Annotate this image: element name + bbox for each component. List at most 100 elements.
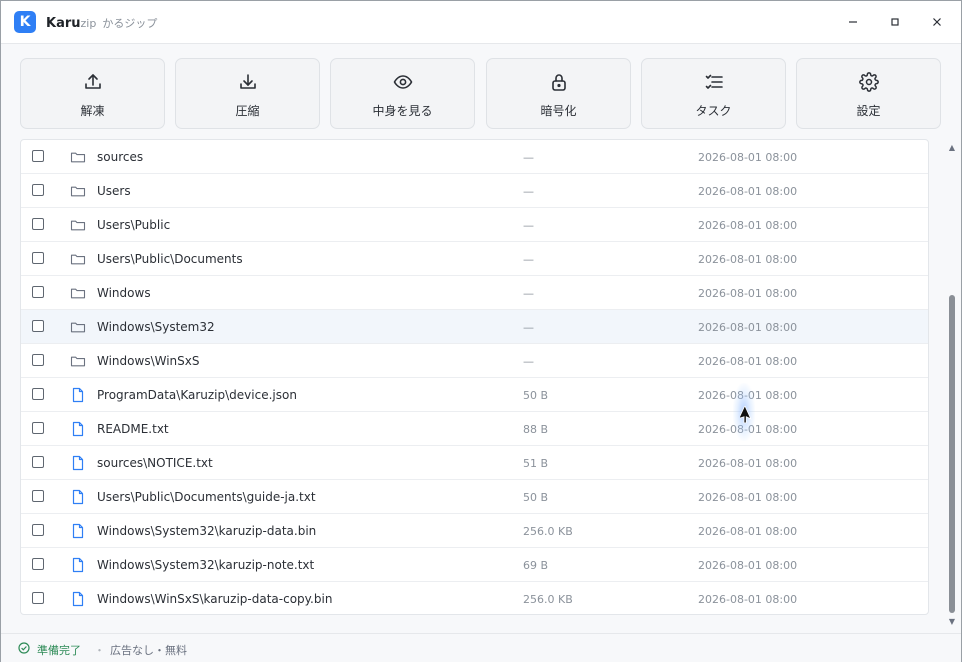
file-name: Windows\WinSxS [97,354,200,368]
extract-label: 解凍 [80,104,105,118]
row-checkbox[interactable] [32,354,44,366]
scroll-down-icon[interactable]: ▼ [947,617,957,627]
file-icon [70,421,86,437]
file-row[interactable]: Users — 2026-08-01 08:00 [21,174,928,208]
folder-icon [70,183,86,199]
file-size: 256.0 KB [523,525,573,538]
file-size: 256.0 KB [523,593,573,606]
settings-button[interactable]: 設定 [796,58,941,129]
check-circle-icon [18,642,30,654]
file-row[interactable]: ProgramData\Karuzip\device.json 50 B 2026-… [21,378,928,412]
tasks-button[interactable]: タスク [641,58,786,129]
row-checkbox[interactable] [32,286,44,298]
row-checkbox[interactable] [32,524,44,536]
row-checkbox[interactable] [32,252,44,264]
scroll-up-icon[interactable]: ▲ [947,143,957,153]
file-name: Users [97,184,131,198]
row-checkbox[interactable] [32,558,44,570]
file-size: — [523,219,534,232]
file-row[interactable]: Windows\System32\karuzip-note.txt 69 B 202… [21,548,928,582]
file-size: — [523,287,534,300]
folder-icon [70,319,86,335]
extract-button[interactable]: 解凍 [20,58,165,129]
file-name: Windows\System32\karuzip-data.bin [97,524,317,538]
eye-icon [393,75,412,89]
file-date: 2026-08-01 08:00 [698,491,798,504]
scrollbar-thumb[interactable] [949,295,955,613]
status-note: 広告なし・無料 [110,644,187,657]
toolbar: 解凍 圧縮 中身を見る 暗号化 タスク 設定 [20,58,944,130]
file-row[interactable]: Users\Public\Documents — 2026-08-01 08:00 [21,242,928,276]
app-name-bold: Karu [46,16,81,31]
file-date: 2026-08-01 08:00 [698,559,798,572]
file-name: sources [97,150,144,164]
minimize-button[interactable] [838,9,868,35]
file-date: 2026-08-01 08:00 [698,457,798,470]
download-icon [239,74,256,89]
row-checkbox[interactable] [32,592,44,604]
title-bar: K Karuzip かるジップ [1,1,961,44]
file-row[interactable]: Users\Public\Documents\guide-ja.txt 50 B 2… [21,480,928,514]
folder-icon [70,251,86,267]
row-checkbox[interactable] [32,422,44,434]
file-size: — [523,321,534,334]
row-checkbox[interactable] [32,218,44,230]
file-size: 50 B [523,389,549,402]
mouse-cursor-icon [740,406,752,424]
row-checkbox[interactable] [32,388,44,400]
maximize-icon [891,18,899,26]
file-name: Users\Public [97,218,171,232]
encrypt-label: 暗号化 [540,104,577,118]
settings-label: 設定 [856,104,881,118]
file-icon [70,489,86,505]
file-name: README.txt [97,422,169,436]
row-checkbox[interactable] [32,490,44,502]
file-date: 2026-08-01 08:00 [698,321,798,334]
file-row[interactable]: sources — 2026-08-01 08:00 [21,140,928,174]
file-list: sources — 2026-08-01 08:00 Users — 2026-08-01… [20,139,929,615]
encrypt-button[interactable]: 暗号化 [486,58,631,129]
status-bar: 準備完了 ・ 広告なし・無料 [1,633,961,662]
file-row[interactable]: Windows\WinSxS\karuzip-data-copy.bin 256.… [21,582,928,614]
lock-icon [551,74,566,91]
file-date: 2026-08-01 08:00 [698,253,798,266]
file-size: 88 B [523,423,549,436]
file-name: ProgramData\Karuzip\device.json [97,388,297,402]
file-row[interactable]: Windows\System32 — 2026-08-01 08:00 [21,310,928,344]
file-size: — [523,185,534,198]
file-date: 2026-08-01 08:00 [698,185,798,198]
row-checkbox[interactable] [32,456,44,468]
app-subtitle: かるジップ [102,17,158,30]
row-checkbox[interactable] [32,184,44,196]
file-icon [70,591,86,607]
folder-icon [70,149,86,165]
file-row[interactable]: Users\Public — 2026-08-01 08:00 [21,208,928,242]
file-name: Users\Public\Documents [97,252,243,266]
file-date: 2026-08-01 08:00 [698,219,798,232]
file-size: — [523,355,534,368]
app-window: K Karuzip かるジップ 解凍 圧縮 中身を見る 暗号化 タスク 設定 s… [0,0,962,662]
file-row[interactable]: Windows\WinSxS — 2026-08-01 08:00 [21,344,928,378]
gear-icon [858,72,879,92]
file-name: sources\NOTICE.txt [97,456,213,470]
scrollbar[interactable]: ▲ ▼ [944,139,960,631]
row-checkbox[interactable] [32,320,44,332]
file-row[interactable]: sources\NOTICE.txt 51 B 2026-08-01 08:00 [21,446,928,480]
close-button[interactable] [922,9,952,35]
compress-button[interactable]: 圧縮 [175,58,320,129]
tasks-label: タスク [695,104,732,118]
file-name: Windows\WinSxS\karuzip-data-copy.bin [97,592,333,606]
tasks-icon [705,74,723,89]
file-icon [70,455,86,471]
folder-icon [70,353,86,369]
row-checkbox[interactable] [32,150,44,162]
file-icon [70,387,86,403]
file-row[interactable]: README.txt 88 B 2026-08-01 08:00 [21,412,928,446]
file-row[interactable]: Windows\System32\karuzip-data.bin 256.0 K… [21,514,928,548]
file-name: Windows\System32\karuzip-note.txt [97,558,315,572]
file-row[interactable]: Windows — 2026-08-01 08:00 [21,276,928,310]
maximize-button[interactable] [880,9,910,35]
file-size: — [523,151,534,164]
view-contents-button[interactable]: 中身を見る [330,58,475,129]
app-title: Karuzip かるジップ [46,15,157,31]
